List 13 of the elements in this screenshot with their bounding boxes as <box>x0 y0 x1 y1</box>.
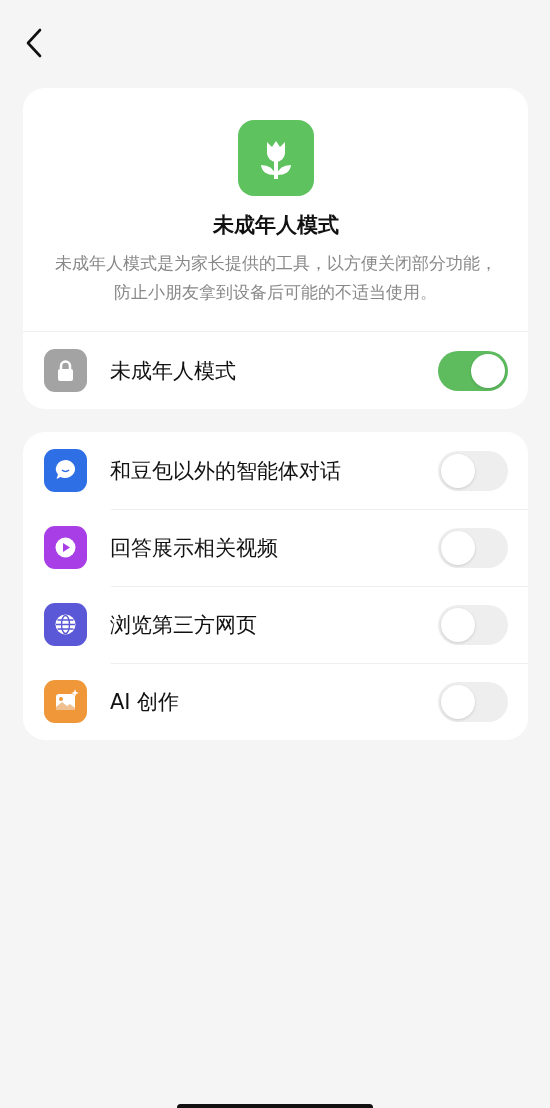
page-title: 未成年人模式 <box>212 212 339 239</box>
setting-label: AI 创作 <box>110 688 181 716</box>
setting-label: 浏览第三方网页 <box>110 611 258 639</box>
flower-icon <box>237 120 314 196</box>
toggle-switch[interactable] <box>438 527 508 568</box>
toggle-switch[interactable] <box>438 350 508 391</box>
description: 未成年人模式是为家长提供的工具，以方便关闭部分功能，防止小朋友拿到设备后可能的不适当使用。 <box>53 253 498 304</box>
toggle-switch[interactable] <box>438 681 508 722</box>
setting-label: 未成年人模式 <box>110 357 237 385</box>
setting-label: 和豆包以外的智能体对话 <box>110 457 342 485</box>
toggle-switch[interactable] <box>438 604 508 645</box>
setting-label: 回答展示相关视频 <box>110 534 279 562</box>
toggle-switch[interactable] <box>438 450 508 491</box>
